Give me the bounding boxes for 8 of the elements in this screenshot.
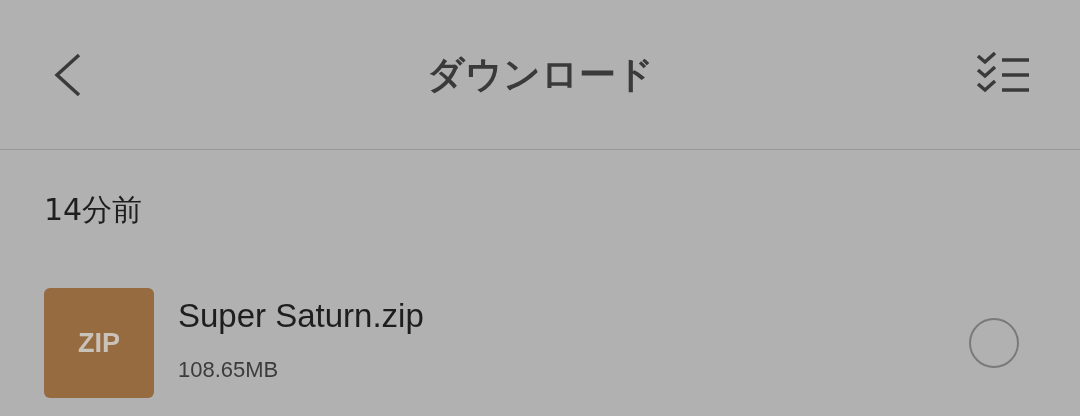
file-size: 108.65MB [178, 357, 280, 383]
back-button[interactable] [52, 52, 82, 97]
select-radio[interactable] [969, 318, 1019, 368]
back-icon [52, 52, 82, 97]
page-title: ダウンロード [426, 52, 654, 96]
file-type-thumbnail: ZIP [44, 288, 154, 398]
file-name: Super Saturn.zip [178, 297, 425, 335]
group-label: 14分前 [44, 192, 143, 227]
